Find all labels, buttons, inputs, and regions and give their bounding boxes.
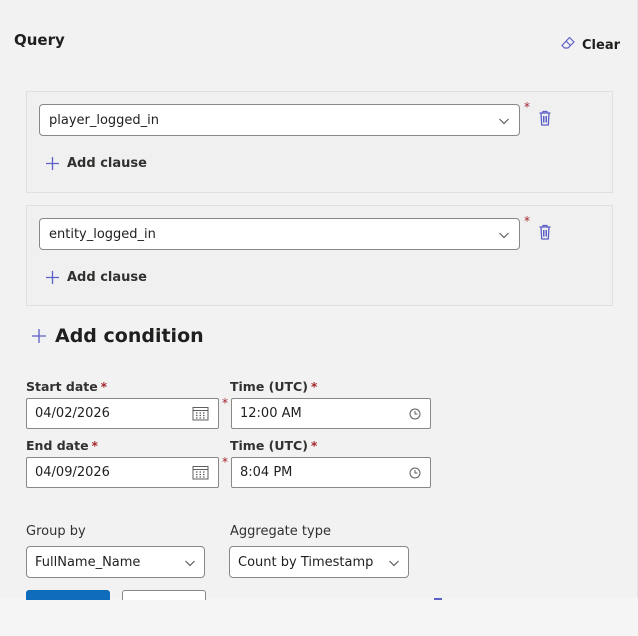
add-clause-button-2[interactable]: Add clause [45,267,147,287]
event-select-2[interactable]: entity_logged_in [39,218,520,250]
chevron-down-icon [499,118,509,125]
calendar-icon[interactable] [192,406,209,421]
clock-icon[interactable] [409,408,421,420]
event-select-1[interactable]: player_logged_in [39,104,520,136]
partial-icon [434,598,442,600]
end-time-label: Time (UTC) * [230,438,318,453]
start-time-value: 12:00 AM [240,406,302,421]
group-by-dropdown[interactable]: FullName_Name [26,546,205,578]
add-clause-button-1[interactable]: Add clause [45,153,147,173]
aggregate-type-dropdown[interactable]: Count by Timestamp [229,546,409,578]
add-clause-label: Add clause [67,269,147,285]
event-select-value: player_logged_in [49,112,160,128]
end-time-value: 8:04 PM [240,465,293,480]
start-date-input[interactable]: 04/02/2026 [26,398,219,429]
required-asterisk: * [91,439,98,453]
required-asterisk: * [310,439,318,453]
run-query-button[interactable] [26,590,110,600]
clear-button[interactable]: Clear [560,36,620,54]
start-time-label: Time (UTC) * [230,379,318,394]
query-panel: Query Clear player_logged_in * Add claus… [0,0,638,600]
chevron-down-icon [389,560,399,567]
end-time-input[interactable]: 8:04 PM [231,457,431,488]
required-asterisk: * [222,396,228,410]
plus-icon [32,329,46,343]
end-date-input[interactable]: 04/09/2026 [26,457,219,488]
trash-icon[interactable] [537,109,553,127]
plus-icon [46,270,59,284]
aggregate-type-label: Aggregate type [230,524,331,539]
required-asterisk: * [310,380,318,394]
start-date-label: Start date * [26,379,108,394]
group-by-label: Group by [26,524,86,539]
start-date-value: 04/02/2026 [35,406,110,421]
eraser-icon [560,35,576,55]
required-asterisk: * [222,455,228,469]
add-condition-button[interactable]: Add condition [31,323,204,349]
clock-icon[interactable] [409,467,421,479]
end-date-value: 04/09/2026 [35,465,110,480]
start-time-input[interactable]: 12:00 AM [231,398,431,429]
condition-card-2: entity_logged_in * Add clause [26,205,613,306]
plus-icon [46,156,59,170]
query-title: Query [14,31,65,49]
condition-card-1: player_logged_in * Add clause [26,91,613,193]
calendar-icon[interactable] [192,465,209,480]
secondary-action-button[interactable] [122,590,206,600]
aggregate-type-value: Count by Timestamp [238,554,374,570]
chevron-down-icon [499,232,509,239]
add-clause-label: Add clause [67,155,147,171]
clear-button-label: Clear [582,37,620,53]
chevron-down-icon [185,560,195,567]
add-condition-label: Add condition [55,325,204,347]
required-asterisk: * [100,380,108,394]
required-asterisk: * [524,100,530,114]
event-select-value: entity_logged_in [49,226,156,242]
end-date-label: End date * [26,438,98,453]
trash-icon[interactable] [537,223,553,241]
group-by-value: FullName_Name [35,554,141,570]
required-asterisk: * [524,214,530,228]
